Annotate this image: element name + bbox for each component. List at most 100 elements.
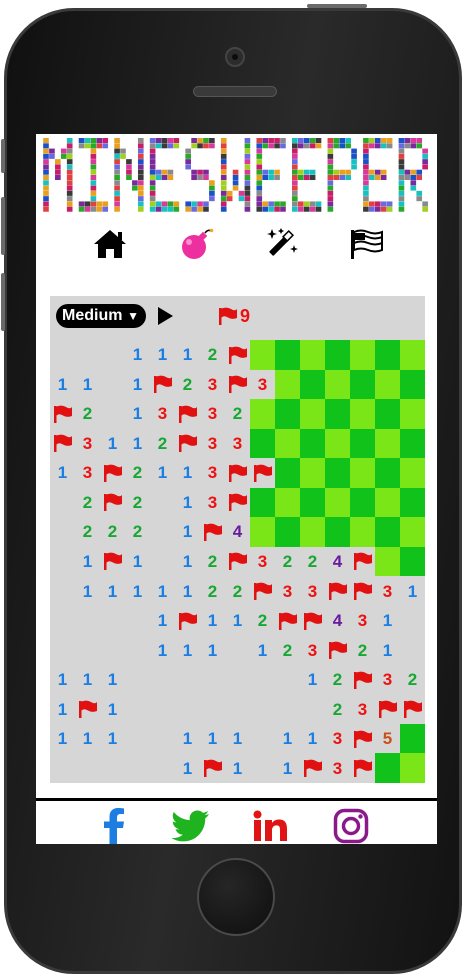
number-cell[interactable]: 2 <box>75 517 100 547</box>
hidden-cell[interactable] <box>375 340 400 370</box>
flagged-cell[interactable] <box>350 753 375 783</box>
empty-cell[interactable] <box>275 694 300 724</box>
number-cell[interactable]: 3 <box>250 370 275 400</box>
number-cell[interactable]: 3 <box>75 458 100 488</box>
number-cell[interactable]: 5 <box>375 724 400 754</box>
empty-cell[interactable] <box>150 724 175 754</box>
number-cell[interactable]: 1 <box>150 635 175 665</box>
number-cell[interactable]: 3 <box>300 576 325 606</box>
empty-cell[interactable] <box>100 606 125 636</box>
flagged-cell[interactable] <box>225 340 250 370</box>
number-cell[interactable]: 1 <box>150 458 175 488</box>
flagged-cell[interactable] <box>225 547 250 577</box>
number-cell[interactable]: 1 <box>175 488 200 518</box>
empty-cell[interactable] <box>125 694 150 724</box>
number-cell[interactable]: 3 <box>325 753 350 783</box>
number-cell[interactable]: 1 <box>125 547 150 577</box>
empty-cell[interactable] <box>125 606 150 636</box>
flagged-cell[interactable] <box>325 635 350 665</box>
number-cell[interactable]: 1 <box>375 635 400 665</box>
number-cell[interactable]: 1 <box>175 635 200 665</box>
empty-cell[interactable] <box>50 488 75 518</box>
facebook-link[interactable] <box>94 806 134 844</box>
empty-cell[interactable] <box>250 694 275 724</box>
number-cell[interactable]: 3 <box>325 724 350 754</box>
empty-cell[interactable] <box>250 753 275 783</box>
number-cell[interactable]: 3 <box>375 576 400 606</box>
flagged-cell[interactable] <box>300 606 325 636</box>
number-cell[interactable]: 2 <box>300 547 325 577</box>
empty-cell[interactable] <box>200 694 225 724</box>
number-cell[interactable]: 1 <box>125 399 150 429</box>
twitter-link[interactable] <box>171 806 211 844</box>
number-cell[interactable]: 2 <box>200 576 225 606</box>
number-cell[interactable]: 3 <box>350 606 375 636</box>
empty-cell[interactable] <box>150 753 175 783</box>
number-cell[interactable]: 1 <box>100 694 125 724</box>
number-cell[interactable]: 4 <box>225 517 250 547</box>
flagged-cell[interactable] <box>350 547 375 577</box>
empty-cell[interactable] <box>175 694 200 724</box>
number-cell[interactable]: 1 <box>125 340 150 370</box>
number-cell[interactable]: 3 <box>200 488 225 518</box>
hidden-cell[interactable] <box>275 487 300 518</box>
number-cell[interactable]: 1 <box>100 724 125 754</box>
number-cell[interactable]: 4 <box>325 606 350 636</box>
empty-cell[interactable] <box>100 340 125 370</box>
number-cell[interactable]: 2 <box>325 665 350 695</box>
empty-cell[interactable] <box>125 665 150 695</box>
hidden-cell[interactable] <box>375 546 400 577</box>
hidden-cell[interactable] <box>350 369 375 400</box>
empty-cell[interactable] <box>150 547 175 577</box>
number-cell[interactable]: 1 <box>400 576 425 606</box>
hidden-cell[interactable] <box>325 369 350 400</box>
number-cell[interactable]: 1 <box>225 724 250 754</box>
number-cell[interactable]: 1 <box>100 576 125 606</box>
number-cell[interactable]: 1 <box>75 724 100 754</box>
hidden-cell[interactable] <box>250 399 275 429</box>
number-cell[interactable]: 1 <box>175 724 200 754</box>
hidden-cell[interactable] <box>325 340 350 370</box>
number-cell[interactable]: 1 <box>50 694 75 724</box>
empty-cell[interactable] <box>400 606 425 636</box>
hidden-cell[interactable] <box>300 487 325 518</box>
number-cell[interactable]: 3 <box>375 665 400 695</box>
number-cell[interactable]: 2 <box>200 547 225 577</box>
hidden-cell[interactable] <box>275 517 300 547</box>
empty-cell[interactable] <box>225 665 250 695</box>
number-cell[interactable]: 2 <box>125 488 150 518</box>
number-cell[interactable]: 1 <box>200 724 225 754</box>
empty-cell[interactable] <box>50 753 75 783</box>
flagged-cell[interactable] <box>175 429 200 459</box>
number-cell[interactable]: 1 <box>300 724 325 754</box>
number-cell[interactable]: 3 <box>200 399 225 429</box>
empty-cell[interactable] <box>125 724 150 754</box>
number-cell[interactable]: 1 <box>225 753 250 783</box>
number-cell[interactable]: 1 <box>50 370 75 400</box>
number-cell[interactable]: 2 <box>275 635 300 665</box>
empty-cell[interactable] <box>150 665 175 695</box>
number-cell[interactable]: 1 <box>175 517 200 547</box>
flagged-cell[interactable] <box>100 458 125 488</box>
empty-cell[interactable] <box>50 606 75 636</box>
empty-cell[interactable] <box>150 694 175 724</box>
hidden-cell[interactable] <box>400 369 425 400</box>
number-cell[interactable]: 1 <box>150 340 175 370</box>
flagged-cell[interactable] <box>200 753 225 783</box>
number-cell[interactable]: 3 <box>200 370 225 400</box>
flagged-cell[interactable] <box>300 753 325 783</box>
flagged-cell[interactable] <box>350 724 375 754</box>
hidden-cell[interactable] <box>275 428 300 459</box>
hidden-cell[interactable] <box>400 458 425 488</box>
hidden-cell[interactable] <box>250 487 275 518</box>
hidden-cell[interactable] <box>375 753 400 783</box>
number-cell[interactable]: 3 <box>275 576 300 606</box>
flagged-cell[interactable] <box>375 694 400 724</box>
flagged-cell[interactable] <box>250 458 275 488</box>
hidden-cell[interactable] <box>300 399 325 429</box>
empty-cell[interactable] <box>50 517 75 547</box>
hidden-cell[interactable] <box>375 428 400 459</box>
nav-flag[interactable] <box>346 224 386 264</box>
empty-cell[interactable] <box>150 517 175 547</box>
empty-cell[interactable] <box>175 665 200 695</box>
